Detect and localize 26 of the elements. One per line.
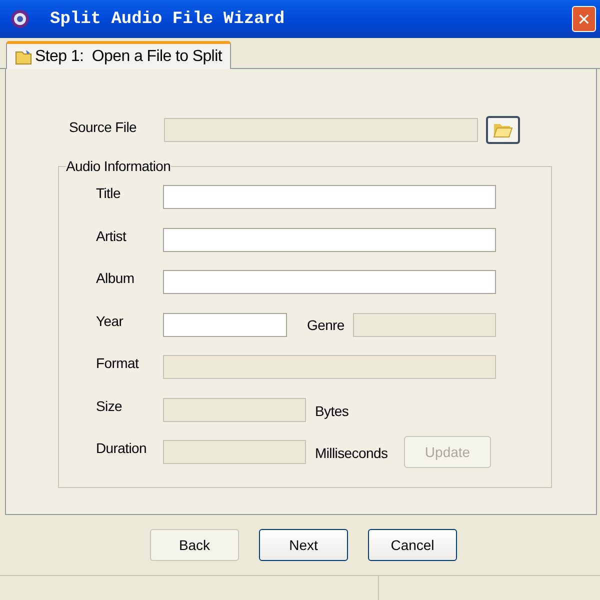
field-label: Format: [96, 355, 140, 372]
field-label: Album: [96, 270, 136, 286]
field-label: Size: [96, 398, 124, 414]
field-label: Duration: [96, 440, 148, 456]
close-button[interactable]: ✕: [572, 6, 596, 32]
unit-label: Milliseconds: [315, 445, 389, 462]
browse-button[interactable]: [486, 116, 520, 144]
folder-icon: [15, 48, 33, 64]
field-label: Title: [96, 185, 122, 202]
input-field[interactable]: [163, 270, 496, 294]
tab[interactable]: Step 1: Open a File to Split: [6, 41, 231, 69]
unit-label: Bytes: [315, 402, 350, 419]
input-field[interactable]: [353, 312, 496, 337]
wizard-button[interactable]: Next: [259, 529, 348, 561]
app-icon: [10, 9, 30, 29]
wizard-button[interactable]: Cancel: [368, 529, 457, 561]
field-label: Source File: [69, 119, 138, 135]
folder-icon: [493, 122, 513, 138]
input-field[interactable]: [163, 312, 287, 337]
group-legend: Audio Information: [66, 158, 171, 174]
window-title: Split Audio File Wizard: [50, 10, 286, 28]
field-label: Artist: [96, 228, 128, 244]
field-label: Year: [96, 312, 124, 329]
field-label: Genre: [307, 316, 346, 333]
input-field[interactable]: [163, 228, 496, 252]
input-field[interactable]: [163, 185, 496, 210]
